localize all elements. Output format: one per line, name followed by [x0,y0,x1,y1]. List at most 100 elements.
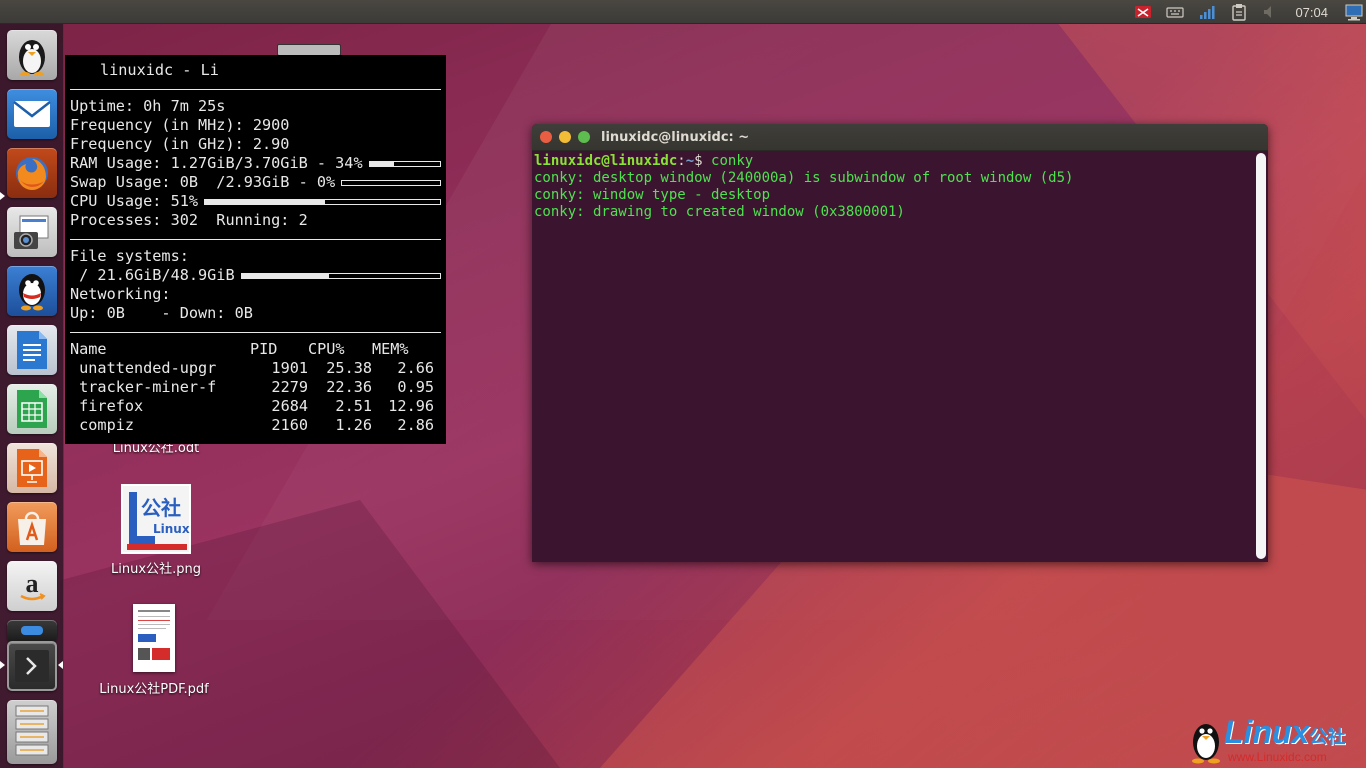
minimize-button[interactable] [559,131,571,143]
keyboard-icon[interactable] [1163,0,1187,24]
workspaces-icon [15,705,49,756]
top-panel: 07:04 [0,0,1366,24]
clipboard-icon[interactable] [1227,0,1251,24]
desktop-file-pdf[interactable]: Linux公社PDF.pdf [88,604,220,697]
clock[interactable]: 07:04 [1295,5,1328,20]
proc-header-pid: PID [250,340,278,358]
swap-bar [341,179,441,186]
terminal-window[interactable]: linuxidc@linuxidc: ~ linuxidc@linuxidc:~… [532,124,1268,562]
terminal-icon [15,650,49,682]
fs-bar [240,272,441,279]
launcher-item-firefox[interactable] [7,148,57,198]
proc-cpu: 2.51 [335,397,372,415]
conky-net-header: Networking: [70,285,171,303]
mail-icon [13,101,51,127]
conky-widget: linuxidc - Li Uptime: 0h 7m 25s Frequenc… [65,55,446,444]
terminal-title: linuxidc@linuxidc: ~ [601,129,750,145]
launcher-item-terminal[interactable] [7,641,57,691]
proc-name: compiz [70,416,135,434]
proc-header: Name PID CPU% MEM% [70,340,441,359]
proc-mem: 2.66 [397,359,434,377]
launcher-item-qq-penguin[interactable] [7,30,57,80]
conky-fs-root: / 21.6GiB/48.9GiB [70,266,441,285]
proc-cpu: 22.36 [326,378,372,396]
prompt-path: ~ [685,153,695,169]
logo-text-top: 公社 [141,496,181,520]
file-label: Linux公社PDF.pdf [99,682,209,697]
launcher-item-software-center[interactable] [7,502,57,552]
logo-red-bar [127,544,187,550]
maximize-button[interactable] [578,131,590,143]
watermark-brand-cn: 公社 [1309,727,1346,747]
system-tray: 07:04 [1123,0,1366,24]
svg-text:a: a [26,569,39,598]
prompt-dollar: $ [694,153,712,169]
proc-header-name: Name [70,340,107,358]
launcher-item-workspaces[interactable] [7,700,57,764]
writer-icon [17,331,47,369]
ram-bar-fill [369,161,394,166]
logo-text-bottom: Linux [153,522,190,536]
proc-mem: 12.96 [388,397,434,415]
conky-freq-ghz: Frequency (in GHz): 2.90 [70,135,290,153]
proc-pid: 1901 [271,359,308,377]
camera-icon [14,215,49,249]
presentation-icon [17,449,47,487]
launcher-item-screenshot[interactable] [7,207,57,257]
qq-icon [19,274,45,311]
cpu-text: CPU Usage: 51% [70,192,199,210]
session-icon[interactable] [1342,0,1366,24]
proc-name: unattended-upgr [70,359,217,377]
watermark-brand: Linux公社 [1224,714,1345,751]
divider [70,239,441,240]
terminal-command: conky [711,153,754,169]
conky-title: linuxidc - Li [70,61,441,80]
terminal-output-line: conky: window type - desktop [534,187,771,203]
terminal-titlebar[interactable]: linuxidc@linuxidc: ~ [532,124,1268,151]
fs-bar-fill [241,273,329,278]
launcher-item-amazon[interactable]: a [7,561,57,611]
fs-text: / 21.6GiB/48.9GiB [70,266,235,284]
pdf-thumbnail [133,604,175,672]
volume-icon[interactable] [1259,0,1283,24]
launcher-item-calc[interactable] [7,384,57,434]
firefox-icon [16,157,48,191]
notification-icon[interactable] [1131,0,1155,24]
swap-text: Swap Usage: 0B /2.93GiB - 0% [70,173,336,191]
terminal-scrollbar[interactable] [1256,153,1266,559]
tux-icon [1192,724,1220,764]
proc-mem: 2.86 [397,416,434,434]
conky-net: Up: 0B - Down: 0B [70,304,253,322]
prompt-sep: : [677,153,686,169]
proc-row: compiz 2160 1.26 2.86 [70,416,441,435]
proc-cpu: 25.38 [326,359,372,377]
proc-header-mem: MEM% [372,340,409,358]
network-icon[interactable] [1195,0,1219,24]
proc-header-cpu: CPU% [308,340,345,358]
unity-launcher: a [0,24,64,768]
launcher-item-impress[interactable] [7,443,57,493]
proc-row: unattended-upgr 1901 25.38 2.66 [70,359,441,378]
launcher-item-mail[interactable] [7,89,57,139]
file-label: Linux公社.png [111,562,201,577]
conky-uptime: Uptime: 0h 7m 25s [70,97,226,115]
terminal-output-line: conky: desktop window (240000a) is subwi… [534,170,1074,186]
launcher-item-drive[interactable] [7,620,57,642]
proc-name: firefox [70,397,144,415]
conky-ram: RAM Usage: 1.27GiB/3.70GiB - 34% [70,154,441,173]
conky-title-text: linuxidc - Li [100,61,219,79]
cpu-bar-fill [205,199,325,204]
terminal-body[interactable]: linuxidc@linuxidc:~$ conky conky: deskto… [532,151,1268,562]
watermark-brand-text: Linux [1224,714,1310,750]
cpu-bar [204,198,441,205]
close-button[interactable] [540,131,552,143]
launcher-item-qq[interactable] [7,266,57,316]
watermark-url: www.Linuxidc.com [1228,750,1327,764]
terminal-output-line: conky: drawing to created window (0x3800… [534,204,905,220]
proc-row: tracker-miner-f 2279 22.36 0.95 [70,378,441,397]
proc-pid: 2279 [271,378,308,396]
desktop-file-png[interactable]: 公社 Linux Linux公社.png [96,484,216,577]
launcher-item-writer[interactable] [7,325,57,375]
conky-cpu: CPU Usage: 51% [70,192,441,211]
proc-pid: 2160 [271,416,308,434]
